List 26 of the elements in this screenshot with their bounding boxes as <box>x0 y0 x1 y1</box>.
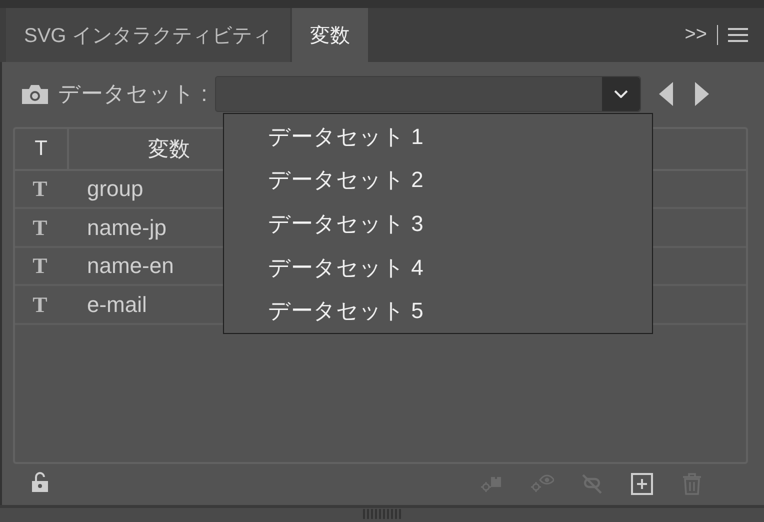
panel-tab[interactable]: SVG インタラクティビティ <box>6 8 290 62</box>
next-icon[interactable] <box>695 82 710 106</box>
menu-item[interactable]: データセット 4 <box>224 246 652 290</box>
menu-item[interactable]: データセット 1 <box>224 115 652 159</box>
text-type-icon: T <box>15 292 65 318</box>
text-type-icon: T <box>15 214 65 241</box>
caret-button[interactable] <box>602 77 640 112</box>
overflow-button[interactable]: >> <box>684 24 707 46</box>
text-type-icon: T <box>15 176 65 202</box>
previous-icon[interactable] <box>659 82 674 106</box>
menu-item[interactable]: データセット 5 <box>224 289 652 333</box>
text-type-icon: T <box>15 253 65 280</box>
menu-item[interactable]: データセット 2 <box>224 158 652 202</box>
panel-tab[interactable]: 変数 <box>292 8 368 62</box>
new-item-icon[interactable] <box>630 472 654 496</box>
column-header: T <box>15 128 69 169</box>
menu-item[interactable]: データセット 3 <box>224 202 652 246</box>
variable-name[interactable]: name-en <box>65 253 174 280</box>
dataset-label: データセット : <box>58 80 208 108</box>
variable-name[interactable]: group <box>65 176 144 202</box>
menu-icon[interactable] <box>728 27 748 43</box>
camera-icon[interactable] <box>22 84 48 104</box>
column-header: 変数 <box>147 136 191 163</box>
variable-name[interactable]: name-jp <box>65 214 166 241</box>
variable-name[interactable]: e-mail <box>65 292 147 318</box>
caret-icon <box>614 90 628 98</box>
